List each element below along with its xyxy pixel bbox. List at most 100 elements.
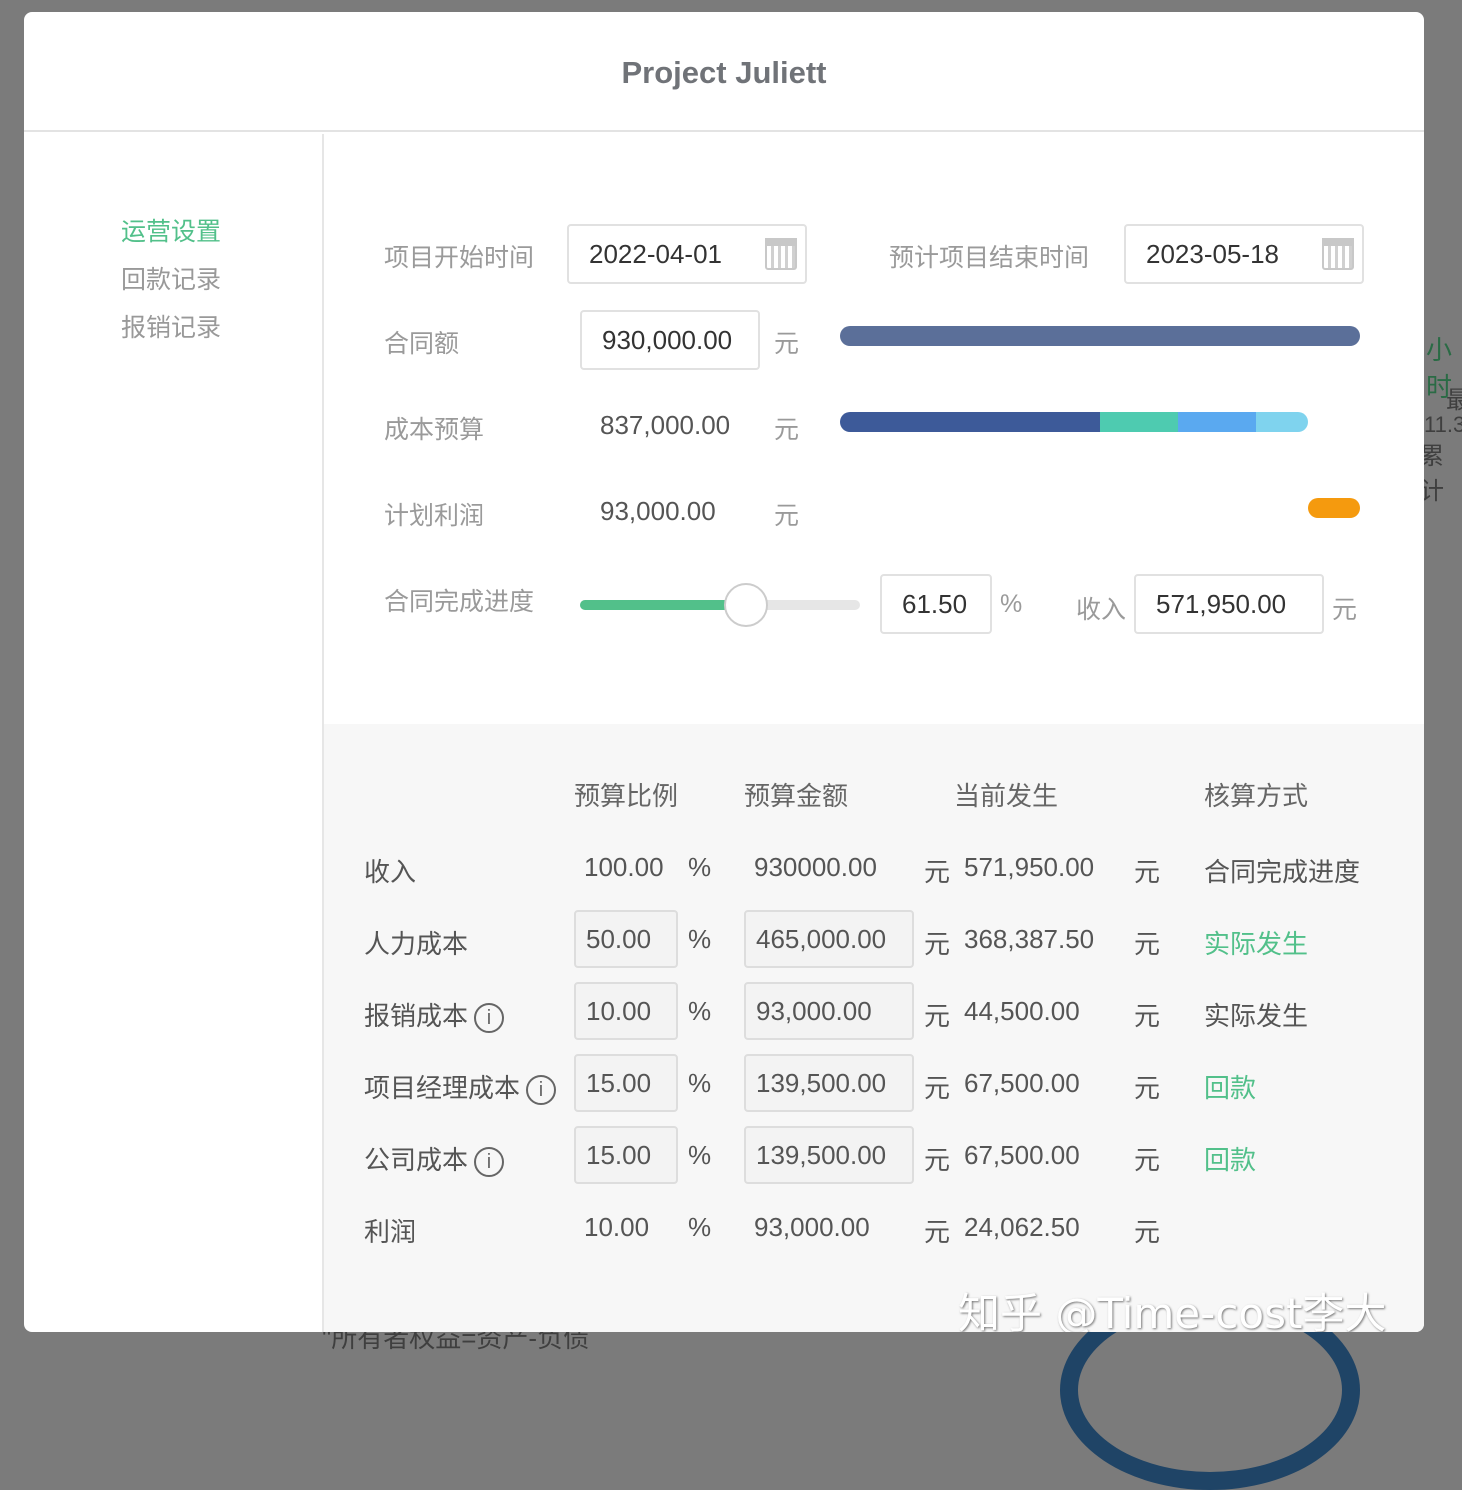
- start-date-input[interactable]: 2022-04-01: [567, 224, 807, 284]
- row-name-text: 报销成本: [364, 1001, 469, 1031]
- progress-label: 合同完成进度: [384, 588, 535, 616]
- unit-label: 元: [1134, 1145, 1161, 1175]
- unit-label: 元: [924, 857, 951, 887]
- row-name-text: 人力成本: [364, 929, 469, 959]
- row-name-text: 项目经理成本: [364, 1073, 521, 1103]
- header-method: 核算方式: [1204, 781, 1309, 811]
- cost-bar-company: [1256, 412, 1308, 432]
- current-value: 67,500.00: [964, 1068, 1080, 1098]
- current-value: 571,950.00: [964, 852, 1095, 882]
- row-name: 收入: [364, 852, 416, 889]
- unit-label: 元: [1332, 596, 1358, 624]
- project-modal: Project Juliett 运营设置 回款记录 报销记录 项目开始时间 20…: [24, 12, 1424, 1332]
- profit-label: 计划利润: [384, 502, 485, 530]
- amount-value: 930000.00: [754, 852, 877, 882]
- ratio-input[interactable]: 10.00: [574, 982, 678, 1040]
- row-name: 利润: [364, 1212, 416, 1249]
- end-date-value: 2023-05-18: [1146, 238, 1279, 269]
- cost-bar-pm: [1178, 412, 1256, 432]
- cost-bar-reimburse: [1100, 412, 1178, 432]
- method-link[interactable]: 回款: [1204, 1140, 1256, 1177]
- ratio-input[interactable]: 50.00: [574, 910, 678, 968]
- background-text: 11.3: [1424, 412, 1462, 437]
- header-ratio: 预算比例: [574, 781, 679, 811]
- percent-label: %: [688, 924, 712, 954]
- unit-label: 元: [1134, 1073, 1161, 1103]
- header-amount: 预算金额: [744, 781, 849, 811]
- sidebar-item-operations[interactable]: 运营设置: [121, 212, 221, 248]
- profit-bar: [1308, 498, 1360, 518]
- percent-label: %: [1000, 590, 1023, 618]
- budget-table: 预算比例 预算金额 当前发生 核算方式 收入 100.00 930000.00% 元 5…: [324, 724, 1424, 1332]
- contract-label: 合同额: [384, 330, 460, 358]
- amount-input[interactable]: 93,000.00: [744, 982, 914, 1040]
- ratio-input[interactable]: 15.00: [574, 1126, 678, 1184]
- unit-label: 元: [924, 1073, 951, 1103]
- end-date-input[interactable]: 2023-05-18: [1124, 224, 1364, 284]
- percent-label: %: [688, 996, 712, 1026]
- table-row: 利润 10.00 93,000.00% 元 24,062.50 元: [324, 1198, 1424, 1258]
- unit-label: 元: [924, 1217, 951, 1247]
- row-name: 公司成本 i: [364, 1140, 505, 1178]
- info-icon[interactable]: i: [474, 1147, 505, 1178]
- unit-label: 元: [774, 502, 800, 530]
- unit-label: 元: [1134, 857, 1161, 887]
- progress-slider[interactable]: [580, 583, 860, 627]
- amount-value: 93,000.00: [754, 1212, 870, 1242]
- ratio-value: 100.00: [584, 852, 664, 882]
- amount-input[interactable]: 139,500.00: [744, 1126, 914, 1184]
- progress-slider-handle[interactable]: [724, 583, 768, 627]
- unit-label: 元: [1134, 1001, 1161, 1031]
- sidebar: 运营设置 回款记录 报销记录: [24, 134, 324, 1332]
- start-date-label: 项目开始时间: [384, 244, 535, 272]
- row-name: 人力成本: [364, 924, 468, 961]
- row-name-text: 收入: [364, 857, 417, 887]
- current-value: 368,387.50: [964, 924, 1095, 954]
- table-row: 收入 100.00 930000.00% 元 571,950.00 元 合同完成进度: [324, 838, 1424, 898]
- sidebar-item-payments[interactable]: 回款记录: [121, 260, 221, 296]
- method-text: 合同完成进度: [1204, 857, 1361, 887]
- current-value: 24,062.50: [964, 1212, 1080, 1242]
- table-row: 人力成本 50.00 465,000.00% 元 368,387.50 元 实际发生: [324, 910, 1424, 970]
- start-date-value: 2022-04-01: [589, 238, 722, 269]
- ratio-input[interactable]: 15.00: [574, 1054, 678, 1112]
- amount-input[interactable]: 465,000.00: [744, 910, 914, 968]
- modal-title: Project Juliett: [24, 12, 1424, 132]
- row-name-text: 公司成本: [364, 1145, 469, 1175]
- table-row: 项目经理成本 i 15.00 139,500.00% 元 67,500.00 元 回款: [324, 1054, 1424, 1114]
- unit-label: 元: [1134, 1217, 1161, 1247]
- cost-label: 成本预算: [384, 416, 485, 444]
- table-row: 报销成本 i 10.00 93,000.00% 元 44,500.00 元 实际发生: [324, 982, 1424, 1042]
- ratio-value: 10.00: [584, 1212, 650, 1242]
- progress-input[interactable]: 61.50: [880, 574, 992, 634]
- sidebar-item-reimbursements[interactable]: 报销记录: [121, 308, 221, 344]
- info-icon[interactable]: i: [526, 1075, 557, 1106]
- cost-value: 837,000.00: [600, 410, 731, 440]
- percent-label: %: [688, 1140, 712, 1170]
- contract-bar: [840, 326, 1360, 346]
- unit-label: 元: [924, 929, 951, 959]
- calendar-icon[interactable]: [765, 238, 797, 270]
- table-row: 公司成本 i 15.00 139,500.00% 元 67,500.00 元 回款: [324, 1126, 1424, 1186]
- percent-label: %: [688, 1212, 712, 1242]
- header-current: 当前发生: [954, 781, 1059, 811]
- income-input[interactable]: 571,950.00: [1134, 574, 1324, 634]
- background-text: 累计: [1420, 443, 1444, 505]
- profit-value: 93,000.00: [600, 496, 716, 526]
- calendar-icon[interactable]: [1322, 238, 1354, 270]
- row-name: 项目经理成本 i: [364, 1068, 557, 1106]
- row-name: 报销成本 i: [364, 996, 505, 1034]
- unit-label: 元: [774, 330, 800, 358]
- info-icon[interactable]: i: [474, 1003, 505, 1034]
- amount-input[interactable]: 139,500.00: [744, 1054, 914, 1112]
- method-link[interactable]: 实际发生: [1204, 924, 1308, 961]
- row-name-text: 利润: [364, 1217, 417, 1247]
- income-label: 收入: [1076, 596, 1127, 624]
- method-link[interactable]: 回款: [1204, 1068, 1256, 1105]
- background-text: 最: [1446, 387, 1462, 414]
- progress-slider-fill: [580, 600, 746, 610]
- current-value: 44,500.00: [964, 996, 1080, 1026]
- contract-input[interactable]: 930,000.00: [580, 310, 760, 370]
- percent-label: %: [688, 852, 712, 882]
- method-text: 实际发生: [1204, 1001, 1309, 1031]
